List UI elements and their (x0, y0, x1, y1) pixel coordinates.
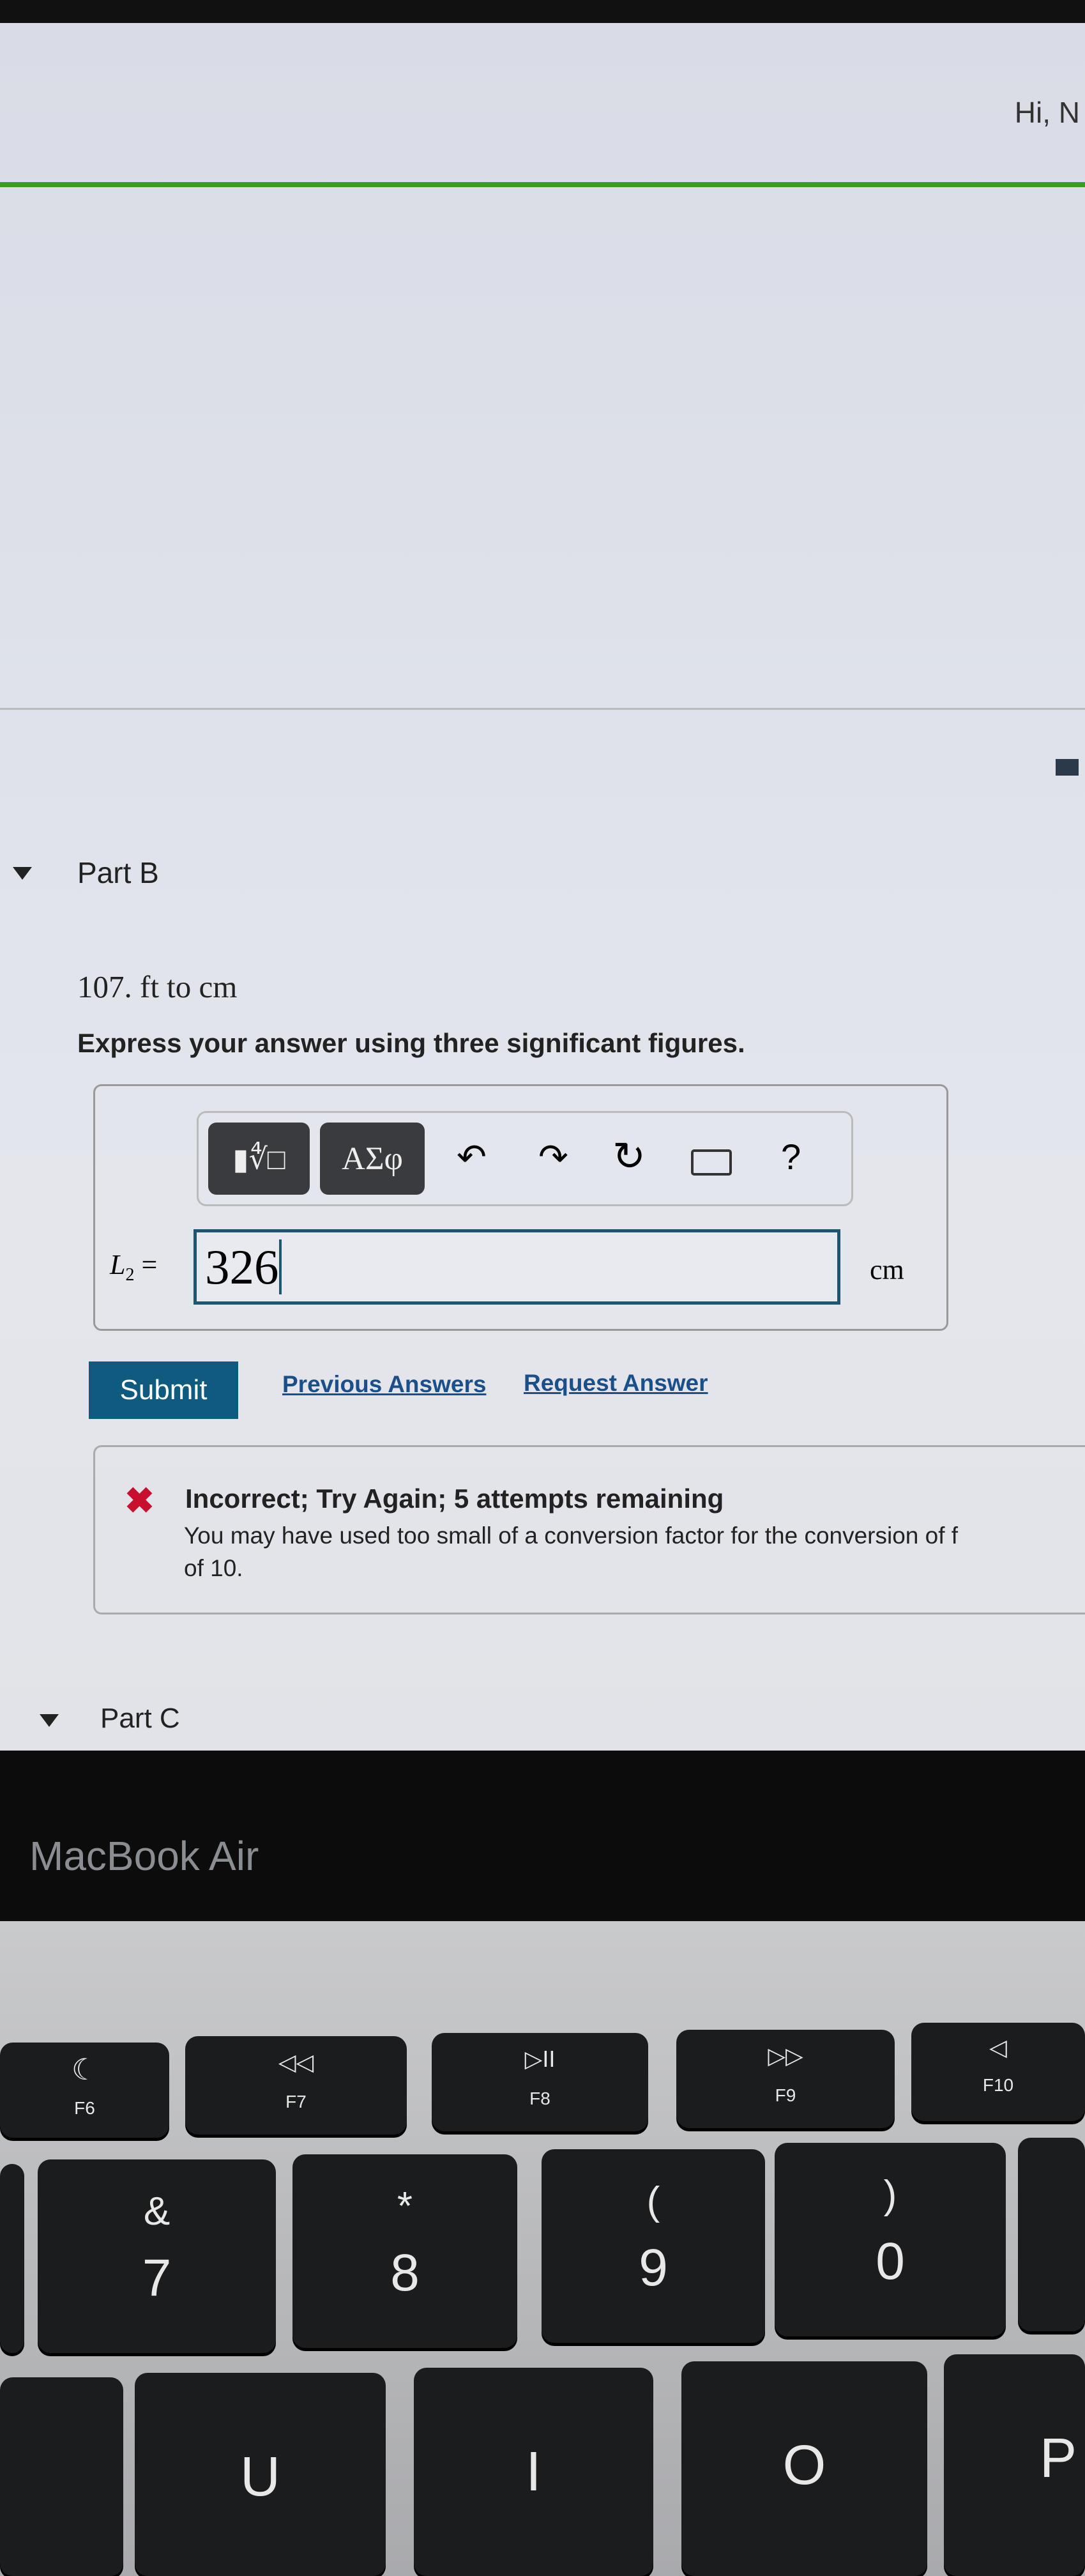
book-icon[interactable] (1056, 759, 1079, 776)
key-letter: U (240, 2446, 280, 2508)
keyboard: ☾ F6 ◁◁ F7 ▷II F8 ▷▷ F9 ◁ F10 & 7 * 8 (9 ) 0 U I… (0, 1921, 1085, 2576)
key-letter: P (1040, 2427, 1077, 2489)
incorrect-x-icon: ✖ (125, 1480, 155, 1521)
key-8[interactable]: * 8 (292, 2154, 517, 2348)
key-letter: O (782, 2434, 826, 2496)
fraction-root-icon[interactable]: ▮∜□ (208, 1123, 310, 1195)
key-digit: 0 (876, 2232, 905, 2290)
key-o[interactable]: O (681, 2361, 927, 2576)
key-label: F10 (982, 2075, 1014, 2095)
redo-icon[interactable]: ↷ (538, 1136, 568, 1178)
feedback-box: ✖ Incorrect; Try Again; 5 attempts remai… (93, 1445, 1085, 1614)
key-f10[interactable]: ◁ F10 (911, 2023, 1085, 2121)
key-partial[interactable] (0, 2164, 24, 2353)
key-f8[interactable]: ▷II F8 (432, 2033, 648, 2131)
key-symbol: ( (646, 2179, 660, 2223)
key-9[interactable]: (9 (542, 2149, 765, 2343)
key-p[interactable]: P (944, 2354, 1085, 2576)
screen-bezel: MacBook Air (0, 1751, 1085, 1921)
feedback-message-cont: of 10. (184, 1555, 243, 1581)
reset-icon[interactable]: ↻ (612, 1133, 646, 1179)
undo-icon[interactable]: ↶ (457, 1136, 487, 1178)
math-toolbar: ▮∜□ ΑΣφ ↶ ↷ ↻ ? (197, 1111, 853, 1206)
key-label: F7 (285, 2092, 307, 2112)
symbols-button[interactable]: ΑΣφ (320, 1123, 425, 1195)
key-i[interactable]: I (414, 2368, 653, 2576)
key-label: F6 (74, 2098, 95, 2118)
rewind-icon: ◁◁ (278, 2049, 314, 2075)
divider (0, 708, 1085, 710)
unit-label: cm (870, 1254, 904, 1285)
request-answer-link[interactable]: Request Answer (524, 1370, 708, 1397)
key-label: F9 (775, 2085, 796, 2105)
part-c-label[interactable]: Part C (100, 1703, 180, 1735)
key-7[interactable]: & 7 (38, 2159, 276, 2353)
key-0[interactable]: ) 0 (775, 2143, 1006, 2336)
collapse-part-c-icon[interactable] (40, 1714, 59, 1727)
instruction-text: Express your answer using three signific… (77, 1028, 745, 1058)
feedback-title: Incorrect; Try Again; 5 attempts remaini… (185, 1483, 724, 1514)
keyboard-icon[interactable] (691, 1149, 732, 1176)
fast-forward-icon: ▷▷ (768, 2043, 803, 2069)
key-digit: 7 (142, 2249, 172, 2307)
brand-label: MacBook Air (29, 1833, 259, 1879)
key-minus[interactable] (1018, 2138, 1085, 2331)
part-b-label[interactable]: Part B (77, 855, 159, 890)
feedback-text: You may have used too small of a convers… (184, 1519, 1082, 1584)
moon-icon: ☾ (71, 2053, 98, 2086)
previous-answers-link[interactable]: Previous Answers (282, 1371, 486, 1398)
key-symbol: * (397, 2184, 413, 2228)
answer-box: ▮∜□ ΑΣφ ↶ ↷ ↻ ? L2 = 326 cm (93, 1084, 948, 1331)
key-digit: 8 (390, 2244, 420, 2302)
key-label: F8 (529, 2089, 550, 2108)
help-button[interactable]: ? (781, 1136, 801, 1177)
question-text: 107. ft to cm (77, 969, 238, 1004)
user-greeting[interactable]: Hi, N (1015, 95, 1080, 130)
answer-variable: L2 = (110, 1249, 158, 1285)
key-f7[interactable]: ◁◁ F7 (185, 2036, 407, 2135)
key-symbol: ) (883, 2173, 897, 2217)
feedback-message: You may have used too small of a convers… (184, 1522, 959, 1549)
key-f6[interactable]: ☾ F6 (0, 2043, 169, 2138)
key-digit: 9 (639, 2239, 668, 2297)
key-letter: I (526, 2441, 542, 2503)
mute-icon: ◁ (989, 2034, 1007, 2060)
key-y[interactable] (0, 2377, 123, 2576)
answer-input[interactable]: 326 (193, 1229, 840, 1305)
play-pause-icon: ▷II (524, 2046, 556, 2072)
key-symbol: & (143, 2189, 171, 2234)
header-rule (0, 182, 1085, 187)
key-f9[interactable]: ▷▷ F9 (676, 2030, 895, 2128)
submit-button[interactable]: Submit (89, 1361, 238, 1419)
collapse-part-b-icon[interactable] (13, 867, 32, 880)
key-u[interactable]: U (135, 2373, 386, 2576)
